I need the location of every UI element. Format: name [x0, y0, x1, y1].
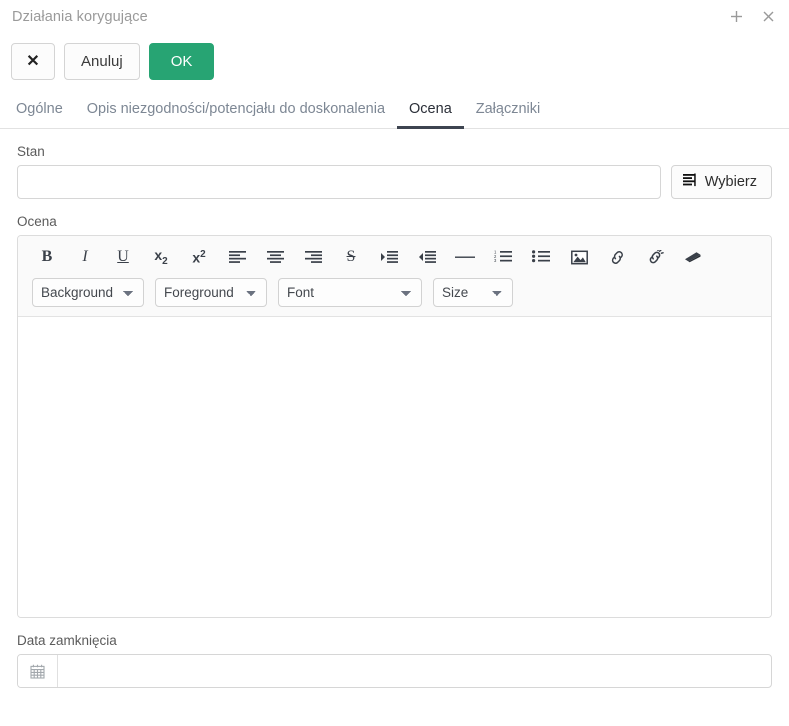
ocena-label: Ocena — [17, 214, 772, 229]
tab-ocena[interactable]: Ocena — [397, 97, 464, 129]
italic-icon[interactable]: I — [66, 242, 104, 272]
indent-icon[interactable] — [370, 242, 408, 272]
bold-icon[interactable]: B — [28, 242, 66, 272]
tab-opis-niezgodnosci[interactable]: Opis niezgodności/potencjału do doskonal… — [75, 97, 397, 129]
tab-zalaczniki[interactable]: Załączniki — [464, 97, 552, 129]
font-family-select[interactable]: Font — [278, 278, 422, 307]
data-zamkniecia-field — [17, 654, 772, 688]
window-titlebar: Działania korygujące — [0, 0, 789, 33]
ordered-list-icon[interactable]: 1 2 3 — [484, 242, 522, 272]
dialog-action-bar: ✕ Anuluj OK — [0, 33, 789, 80]
underline-icon[interactable]: U — [104, 242, 142, 272]
align-left-icon[interactable] — [218, 242, 256, 272]
stan-pick-button[interactable]: Wybierz — [671, 165, 772, 199]
rich-text-editor: B I U x2 x2 — [17, 235, 772, 618]
ocena-editor-body[interactable] — [18, 317, 771, 617]
data-zamkniecia-input[interactable] — [58, 655, 771, 687]
close-icon[interactable] — [760, 9, 776, 25]
unlink-icon[interactable] — [636, 242, 674, 272]
font-size-select[interactable]: Size — [433, 278, 513, 307]
background-color-select[interactable]: Background — [32, 278, 144, 307]
svg-text:3: 3 — [494, 258, 497, 263]
cancel-button[interactable]: Anuluj — [64, 43, 140, 80]
unordered-list-icon[interactable] — [522, 242, 560, 272]
foreground-color-select[interactable]: Foreground — [155, 278, 267, 307]
ok-button[interactable]: OK — [149, 43, 215, 80]
superscript-icon[interactable]: x2 — [180, 242, 218, 272]
clear-formatting-icon[interactable] — [674, 242, 712, 272]
strikethrough-icon[interactable]: S — [332, 242, 370, 272]
calendar-icon[interactable] — [18, 655, 58, 687]
align-center-icon[interactable] — [256, 242, 294, 272]
close-button[interactable]: ✕ — [11, 43, 55, 80]
editor-tool-row-1: B I U x2 x2 — [18, 236, 771, 276]
data-zamkniecia-label: Data zamknięcia — [17, 633, 772, 648]
horizontal-rule-icon[interactable] — [446, 242, 484, 272]
stan-label: Stan — [17, 144, 772, 159]
window-controls — [728, 9, 776, 25]
subscript-icon[interactable]: x2 — [142, 242, 180, 272]
editor-toolbar: B I U x2 x2 — [18, 236, 771, 317]
editor-tool-row-2: Background Foreground Font Size — [18, 276, 771, 316]
window-title: Działania korygujące — [12, 9, 728, 25]
corrective-actions-dialog: Działania korygujące ✕ Anuluj OK Ogólne … — [0, 0, 789, 726]
align-right-icon[interactable] — [294, 242, 332, 272]
outdent-icon[interactable] — [408, 242, 446, 272]
insert-link-icon[interactable] — [598, 242, 636, 272]
insert-image-icon[interactable] — [560, 242, 598, 272]
plus-icon[interactable] — [728, 9, 744, 25]
list-lines-icon — [683, 173, 697, 191]
stan-field-row: Wybierz — [17, 165, 772, 199]
tab-panel-ocena: Stan Wybierz Ocena — [0, 144, 789, 688]
stan-input[interactable] — [17, 165, 661, 199]
stan-pick-button-label: Wybierz — [705, 174, 757, 190]
tab-bar: Ogólne Opis niezgodności/potencjału do d… — [0, 97, 789, 129]
tab-ogolne[interactable]: Ogólne — [4, 97, 75, 129]
